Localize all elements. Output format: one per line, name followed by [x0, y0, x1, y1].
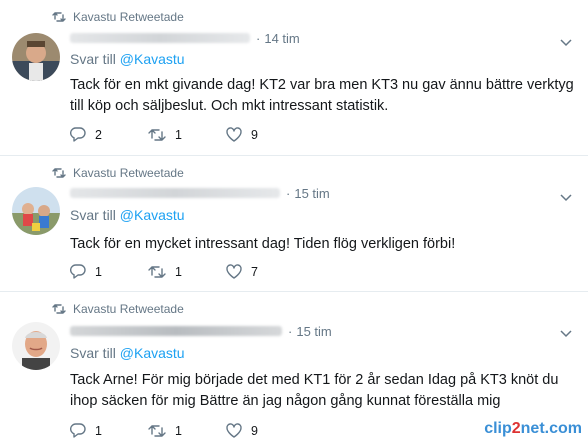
reply-context: Svar till @Kavastu — [70, 207, 185, 223]
tweet-2[interactable]: Kavastu Retweetade · 15 tim Svar till @K… — [0, 156, 588, 292]
reply-button[interactable]: 2 — [70, 127, 148, 142]
tweet-actions: 2 1 9 — [70, 127, 304, 142]
watermark-part1: clip — [484, 420, 512, 437]
tweet-actions: 1 1 9 — [70, 423, 304, 438]
reply-button[interactable]: 1 — [70, 423, 148, 438]
tweet-text: Tack Arne! För mig började det med KT1 f… — [70, 372, 559, 409]
retweet-icon — [148, 128, 166, 141]
heart-icon — [226, 127, 242, 142]
retweet-label: Kavastu Retweetade — [73, 10, 184, 24]
reply-handle-link[interactable]: @Kavastu — [120, 207, 185, 223]
retweet-icon — [148, 265, 166, 278]
author-name-blurred[interactable] — [70, 188, 280, 198]
retweet-button[interactable]: 1 — [148, 265, 226, 279]
tweet-1[interactable]: Kavastu Retweetade · 14 tim Svar till @K… — [0, 0, 588, 156]
author-name-blurred[interactable] — [70, 33, 250, 43]
watermark: clip2net.com — [484, 420, 582, 438]
retweet-icon — [148, 424, 166, 437]
like-button[interactable]: 9 — [226, 127, 304, 142]
tweet-header: · 14 tim — [70, 29, 300, 47]
tweet-text: Tack för en mkt givande dag! KT2 var bra… — [70, 77, 574, 114]
author-name-blurred[interactable] — [70, 326, 282, 336]
retweet-button[interactable]: 1 — [148, 424, 226, 438]
reply-button[interactable]: 1 — [70, 264, 148, 279]
watermark-part3: net.com — [520, 420, 582, 437]
chevron-down-icon[interactable] — [560, 189, 572, 202]
retweet-count: 1 — [175, 264, 182, 279]
chevron-down-icon[interactable] — [560, 34, 572, 47]
retweet-icon — [52, 167, 66, 179]
retweet-label: Kavastu Retweetade — [73, 302, 184, 316]
avatar[interactable] — [12, 33, 60, 81]
reply-count: 2 — [95, 127, 102, 142]
watermark-part2: 2 — [511, 420, 521, 437]
tweet-text: Tack för en mycket intressant dag! Tiden… — [70, 236, 456, 252]
like-count: 9 — [251, 127, 258, 142]
reply-context: Svar till @Kavastu — [70, 51, 185, 67]
heart-icon — [226, 264, 242, 279]
separator: · — [288, 323, 293, 339]
like-count: 7 — [251, 264, 258, 279]
retweet-context: Kavastu Retweetade — [52, 165, 184, 181]
retweet-label: Kavastu Retweetade — [73, 166, 184, 180]
retweet-icon — [52, 303, 66, 315]
reply-count: 1 — [95, 423, 102, 438]
separator: · — [256, 30, 261, 46]
timestamp[interactable]: 14 tim — [264, 31, 299, 46]
like-count: 9 — [251, 423, 258, 438]
tweet-header: · 15 tim — [70, 184, 330, 202]
retweet-button[interactable]: 1 — [148, 128, 226, 142]
retweet-context: Kavastu Retweetade — [52, 301, 184, 317]
reply-icon — [70, 423, 86, 438]
retweet-icon — [52, 11, 66, 23]
timestamp[interactable]: 15 tim — [296, 324, 331, 339]
reply-icon — [70, 264, 86, 279]
retweet-context: Kavastu Retweetade — [52, 9, 184, 25]
reply-handle-link[interactable]: @Kavastu — [120, 345, 185, 361]
tweet-header: · 15 tim — [70, 322, 332, 340]
reply-context: Svar till @Kavastu — [70, 345, 185, 361]
retweet-count: 1 — [175, 423, 182, 438]
reply-count: 1 — [95, 264, 102, 279]
heart-icon — [226, 423, 242, 438]
reply-prefix: Svar till — [70, 207, 116, 223]
like-button[interactable]: 7 — [226, 264, 304, 279]
separator: · — [286, 185, 291, 201]
reply-prefix: Svar till — [70, 51, 116, 67]
tweet-actions: 1 1 7 — [70, 264, 304, 279]
avatar[interactable] — [12, 187, 60, 235]
reply-handle-link[interactable]: @Kavastu — [120, 51, 185, 67]
retweet-count: 1 — [175, 127, 182, 142]
reply-icon — [70, 127, 86, 142]
timestamp[interactable]: 15 tim — [294, 186, 329, 201]
reply-prefix: Svar till — [70, 345, 116, 361]
like-button[interactable]: 9 — [226, 423, 304, 438]
chevron-down-icon[interactable] — [560, 325, 572, 338]
avatar[interactable] — [12, 322, 60, 370]
